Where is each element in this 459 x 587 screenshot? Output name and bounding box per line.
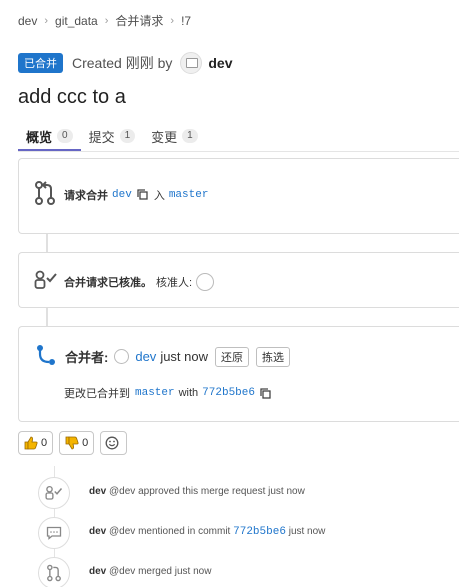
smiley-icon [105, 436, 119, 450]
merge-request-branches: 请求合并 dev 入 master [34, 180, 208, 209]
thumbs-down-count: 0 [82, 437, 89, 449]
into-label: 入 [153, 189, 165, 202]
status-badge: 已合并 [18, 53, 63, 73]
thumbs-up-button[interactable]: 0 [18, 431, 54, 455]
thumbs-down-button[interactable]: 0 [59, 431, 95, 455]
page-title: add ccc to a [18, 86, 126, 108]
event-handle[interactable]: @dev [109, 566, 135, 577]
chevron-right-icon: › [104, 14, 109, 27]
copy-icon[interactable] [137, 189, 148, 200]
merged-time: just now [160, 349, 209, 364]
breadcrumb-item-merge-requests[interactable]: 合并请求 [115, 12, 163, 29]
mr-header: 已合并 Created 刚刚 by dev [18, 52, 233, 74]
event-commit-link[interactable]: 772b5be6 [233, 526, 286, 538]
thumbs-up-count: 0 [41, 437, 48, 449]
thumbs-down-icon [65, 436, 79, 450]
chevron-right-icon: › [44, 14, 49, 27]
merged-by-label: 合并者: [65, 350, 109, 365]
created-text: Created 刚刚 by [72, 55, 173, 71]
breadcrumb-item-dev[interactable]: dev [18, 14, 37, 28]
event-time: just now [288, 526, 326, 537]
copy-icon[interactable] [260, 387, 271, 399]
tab-count-badge: 1 [182, 129, 198, 143]
approval-icon [34, 270, 58, 293]
tab-commits[interactable]: 提交 1 [81, 127, 144, 151]
event-handle[interactable]: @dev [109, 526, 135, 537]
merger-name[interactable]: dev [135, 349, 156, 364]
event-author[interactable]: dev [89, 486, 106, 497]
author-avatar[interactable] [180, 52, 203, 74]
merger-avatar[interactable] [114, 349, 130, 364]
timeline-event-approved: dev @dev approved this merge request jus… [89, 486, 305, 497]
approval-status-text: 合并请求已核准。 [64, 276, 152, 289]
approvers-label: 核准人: [156, 276, 193, 289]
source-branch-link[interactable]: dev [112, 189, 132, 201]
event-text: mentioned in commit [138, 526, 231, 537]
breadcrumb: dev › git_data › 合并请求 › !7 [18, 12, 191, 29]
approval-event-icon [38, 477, 70, 509]
breadcrumb-item-project[interactable]: git_data [55, 14, 98, 28]
tab-label: 变更 [151, 130, 178, 145]
merge-commit-link[interactable]: 772b5be6 [202, 387, 255, 399]
award-emoji-bar: 0 0 [18, 431, 133, 455]
timeline-event-mentioned: dev @dev mentioned in commit 772b5be6 ju… [89, 526, 325, 538]
author-name[interactable]: dev [208, 55, 232, 71]
tab-label: 概览 [26, 130, 53, 145]
revert-button[interactable]: 还原 [215, 346, 250, 367]
tabs: 概览 0 提交 1 变更 1 [18, 127, 206, 151]
merge-request-label: 请求合并 [64, 189, 108, 202]
merged-by-row: 合并者: dev just now 还原 拣选 [36, 344, 291, 369]
card-connector [46, 234, 48, 252]
cherry-pick-button[interactable]: 拣选 [256, 346, 291, 367]
tabs-divider [18, 151, 459, 152]
chevron-right-icon: › [170, 14, 175, 27]
tab-count-badge: 1 [119, 129, 136, 143]
thumbs-up-icon [24, 436, 38, 450]
event-text: merged just now [138, 566, 212, 577]
tab-changes[interactable]: 变更 1 [143, 127, 206, 151]
timeline-event-merged: dev @dev merged just now [89, 566, 211, 577]
changes-merged-label: 更改已合并到 [64, 388, 130, 400]
merge-event-icon [38, 557, 70, 587]
merged-into-row: 更改已合并到 master with 772b5be6 [64, 385, 277, 401]
comment-event-icon [38, 517, 70, 549]
tab-count-badge: 0 [57, 129, 73, 143]
tab-label: 提交 [88, 130, 115, 145]
add-reaction-button[interactable] [100, 431, 128, 455]
tab-overview[interactable]: 概览 0 [18, 127, 81, 151]
event-text: approved this merge request just now [138, 486, 305, 497]
merged-branch-link[interactable]: master [135, 387, 175, 399]
with-label: with [178, 387, 199, 399]
merged-icon [36, 344, 56, 369]
approval-status: 合并请求已核准。 核准人: [34, 270, 215, 293]
merge-request-icon [34, 180, 56, 209]
event-author[interactable]: dev [89, 526, 106, 537]
card-connector [46, 308, 48, 326]
target-branch-link[interactable]: master [169, 189, 209, 201]
merged-widget [18, 326, 459, 422]
event-author[interactable]: dev [89, 566, 106, 577]
breadcrumb-item-mr[interactable]: !7 [181, 14, 191, 28]
event-handle[interactable]: @dev [109, 486, 135, 497]
approver-avatar[interactable] [196, 272, 215, 291]
